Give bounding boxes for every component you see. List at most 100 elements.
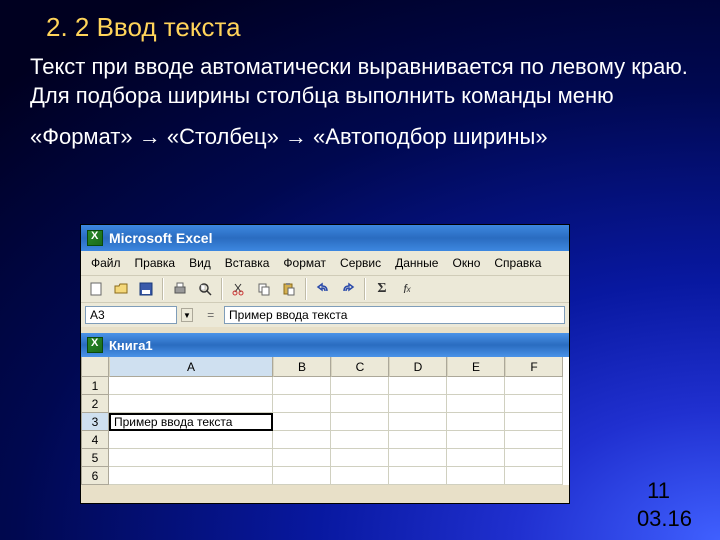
row-header-1[interactable]: 1: [81, 377, 109, 395]
redo-icon[interactable]: [337, 278, 359, 300]
table-row: 3 Пример ввода текста: [81, 413, 569, 431]
separator: [221, 278, 223, 300]
cell-B4[interactable]: [273, 431, 331, 449]
slide-title: 2. 2 Ввод текста: [0, 0, 720, 43]
cell-A2[interactable]: [109, 395, 273, 413]
table-row: 1: [81, 377, 569, 395]
cell-B1[interactable]: [273, 377, 331, 395]
col-header-D[interactable]: D: [389, 357, 447, 377]
save-icon[interactable]: [135, 278, 157, 300]
menu-view[interactable]: Вид: [183, 254, 217, 272]
menu-help[interactable]: Справка: [488, 254, 547, 272]
cell-A5[interactable]: [109, 449, 273, 467]
row-header-3[interactable]: 3: [81, 413, 109, 431]
undo-icon[interactable]: [312, 278, 334, 300]
cell-C1[interactable]: [331, 377, 389, 395]
menu-edit[interactable]: Правка: [129, 254, 182, 272]
cell-A4[interactable]: [109, 431, 273, 449]
page-date: 03.16: [637, 506, 692, 532]
excel-icon: [87, 230, 103, 246]
workbook-title: Книга1: [109, 338, 153, 353]
formula-value: Пример ввода текста: [229, 308, 347, 322]
workbook-icon: [87, 337, 103, 353]
cell-D4[interactable]: [389, 431, 447, 449]
cell-D5[interactable]: [389, 449, 447, 467]
menu-format[interactable]: Формат: [277, 254, 332, 272]
menu-window[interactable]: Окно: [446, 254, 486, 272]
cell-B3[interactable]: [273, 413, 331, 431]
formula-bar: A3 ▼ = Пример ввода текста: [81, 303, 569, 327]
app-title: Microsoft Excel: [109, 230, 212, 246]
cell-A1[interactable]: [109, 377, 273, 395]
preview-icon[interactable]: [194, 278, 216, 300]
cell-D6[interactable]: [389, 467, 447, 485]
table-row: 4: [81, 431, 569, 449]
open-icon[interactable]: [110, 278, 132, 300]
row-header-2[interactable]: 2: [81, 395, 109, 413]
cell-F1[interactable]: [505, 377, 563, 395]
cell-B6[interactable]: [273, 467, 331, 485]
cell-F2[interactable]: [505, 395, 563, 413]
cell-E4[interactable]: [447, 431, 505, 449]
cell-F4[interactable]: [505, 431, 563, 449]
menu-data[interactable]: Данные: [389, 254, 444, 272]
excel-screenshot: Microsoft Excel Файл Правка Вид Вставка …: [80, 224, 570, 504]
cell-F5[interactable]: [505, 449, 563, 467]
menubar: Файл Правка Вид Вставка Формат Сервис Да…: [81, 251, 569, 275]
cell-F6[interactable]: [505, 467, 563, 485]
menu-path: «Формат» → «Столбец» → «Автоподбор ширин…: [0, 110, 720, 150]
paste-icon[interactable]: [278, 278, 300, 300]
slide-paragraph: Текст при вводе автоматически выравнивае…: [0, 43, 720, 110]
menu-insert[interactable]: Вставка: [219, 254, 276, 272]
formula-input[interactable]: Пример ввода текста: [224, 306, 565, 324]
cell-A6[interactable]: [109, 467, 273, 485]
cell-B2[interactable]: [273, 395, 331, 413]
separator: [364, 278, 366, 300]
table-row: 6: [81, 467, 569, 485]
new-icon[interactable]: [85, 278, 107, 300]
col-header-A[interactable]: A: [109, 357, 273, 377]
cell-D3[interactable]: [389, 413, 447, 431]
col-header-F[interactable]: F: [505, 357, 563, 377]
col-header-B[interactable]: B: [273, 357, 331, 377]
cell-C4[interactable]: [331, 431, 389, 449]
cell-E2[interactable]: [447, 395, 505, 413]
name-box[interactable]: A3: [85, 306, 177, 324]
cell-A3[interactable]: Пример ввода текста: [109, 413, 273, 431]
spreadsheet-grid: A B C D E F 1 2 3 Пример ввода т: [81, 357, 569, 485]
app-titlebar: Microsoft Excel: [81, 225, 569, 251]
copy-icon[interactable]: [253, 278, 275, 300]
name-box-value: A3: [90, 308, 105, 322]
cell-E6[interactable]: [447, 467, 505, 485]
cell-C2[interactable]: [331, 395, 389, 413]
cell-C5[interactable]: [331, 449, 389, 467]
cell-E5[interactable]: [447, 449, 505, 467]
print-icon[interactable]: [169, 278, 191, 300]
menu-tools[interactable]: Сервис: [334, 254, 387, 272]
cell-F3[interactable]: [505, 413, 563, 431]
page-number: 11: [647, 478, 670, 504]
cell-E1[interactable]: [447, 377, 505, 395]
col-header-C[interactable]: C: [331, 357, 389, 377]
menu-file[interactable]: Файл: [85, 254, 127, 272]
toolbar: Σ fx: [81, 275, 569, 303]
row-header-6[interactable]: 6: [81, 467, 109, 485]
row-header-4[interactable]: 4: [81, 431, 109, 449]
select-all-corner[interactable]: [81, 357, 109, 377]
row-header-5[interactable]: 5: [81, 449, 109, 467]
formula-equals: =: [197, 308, 220, 322]
cut-icon[interactable]: [228, 278, 250, 300]
col-header-E[interactable]: E: [447, 357, 505, 377]
cell-D1[interactable]: [389, 377, 447, 395]
cell-C3[interactable]: [331, 413, 389, 431]
fx-icon[interactable]: fx: [396, 278, 418, 300]
cell-C6[interactable]: [331, 467, 389, 485]
table-row: 2: [81, 395, 569, 413]
cell-E3[interactable]: [447, 413, 505, 431]
table-row: 5: [81, 449, 569, 467]
separator: [305, 278, 307, 300]
cell-D2[interactable]: [389, 395, 447, 413]
sum-icon[interactable]: Σ: [371, 278, 393, 300]
dropdown-arrow-icon[interactable]: ▼: [181, 308, 193, 322]
cell-B5[interactable]: [273, 449, 331, 467]
